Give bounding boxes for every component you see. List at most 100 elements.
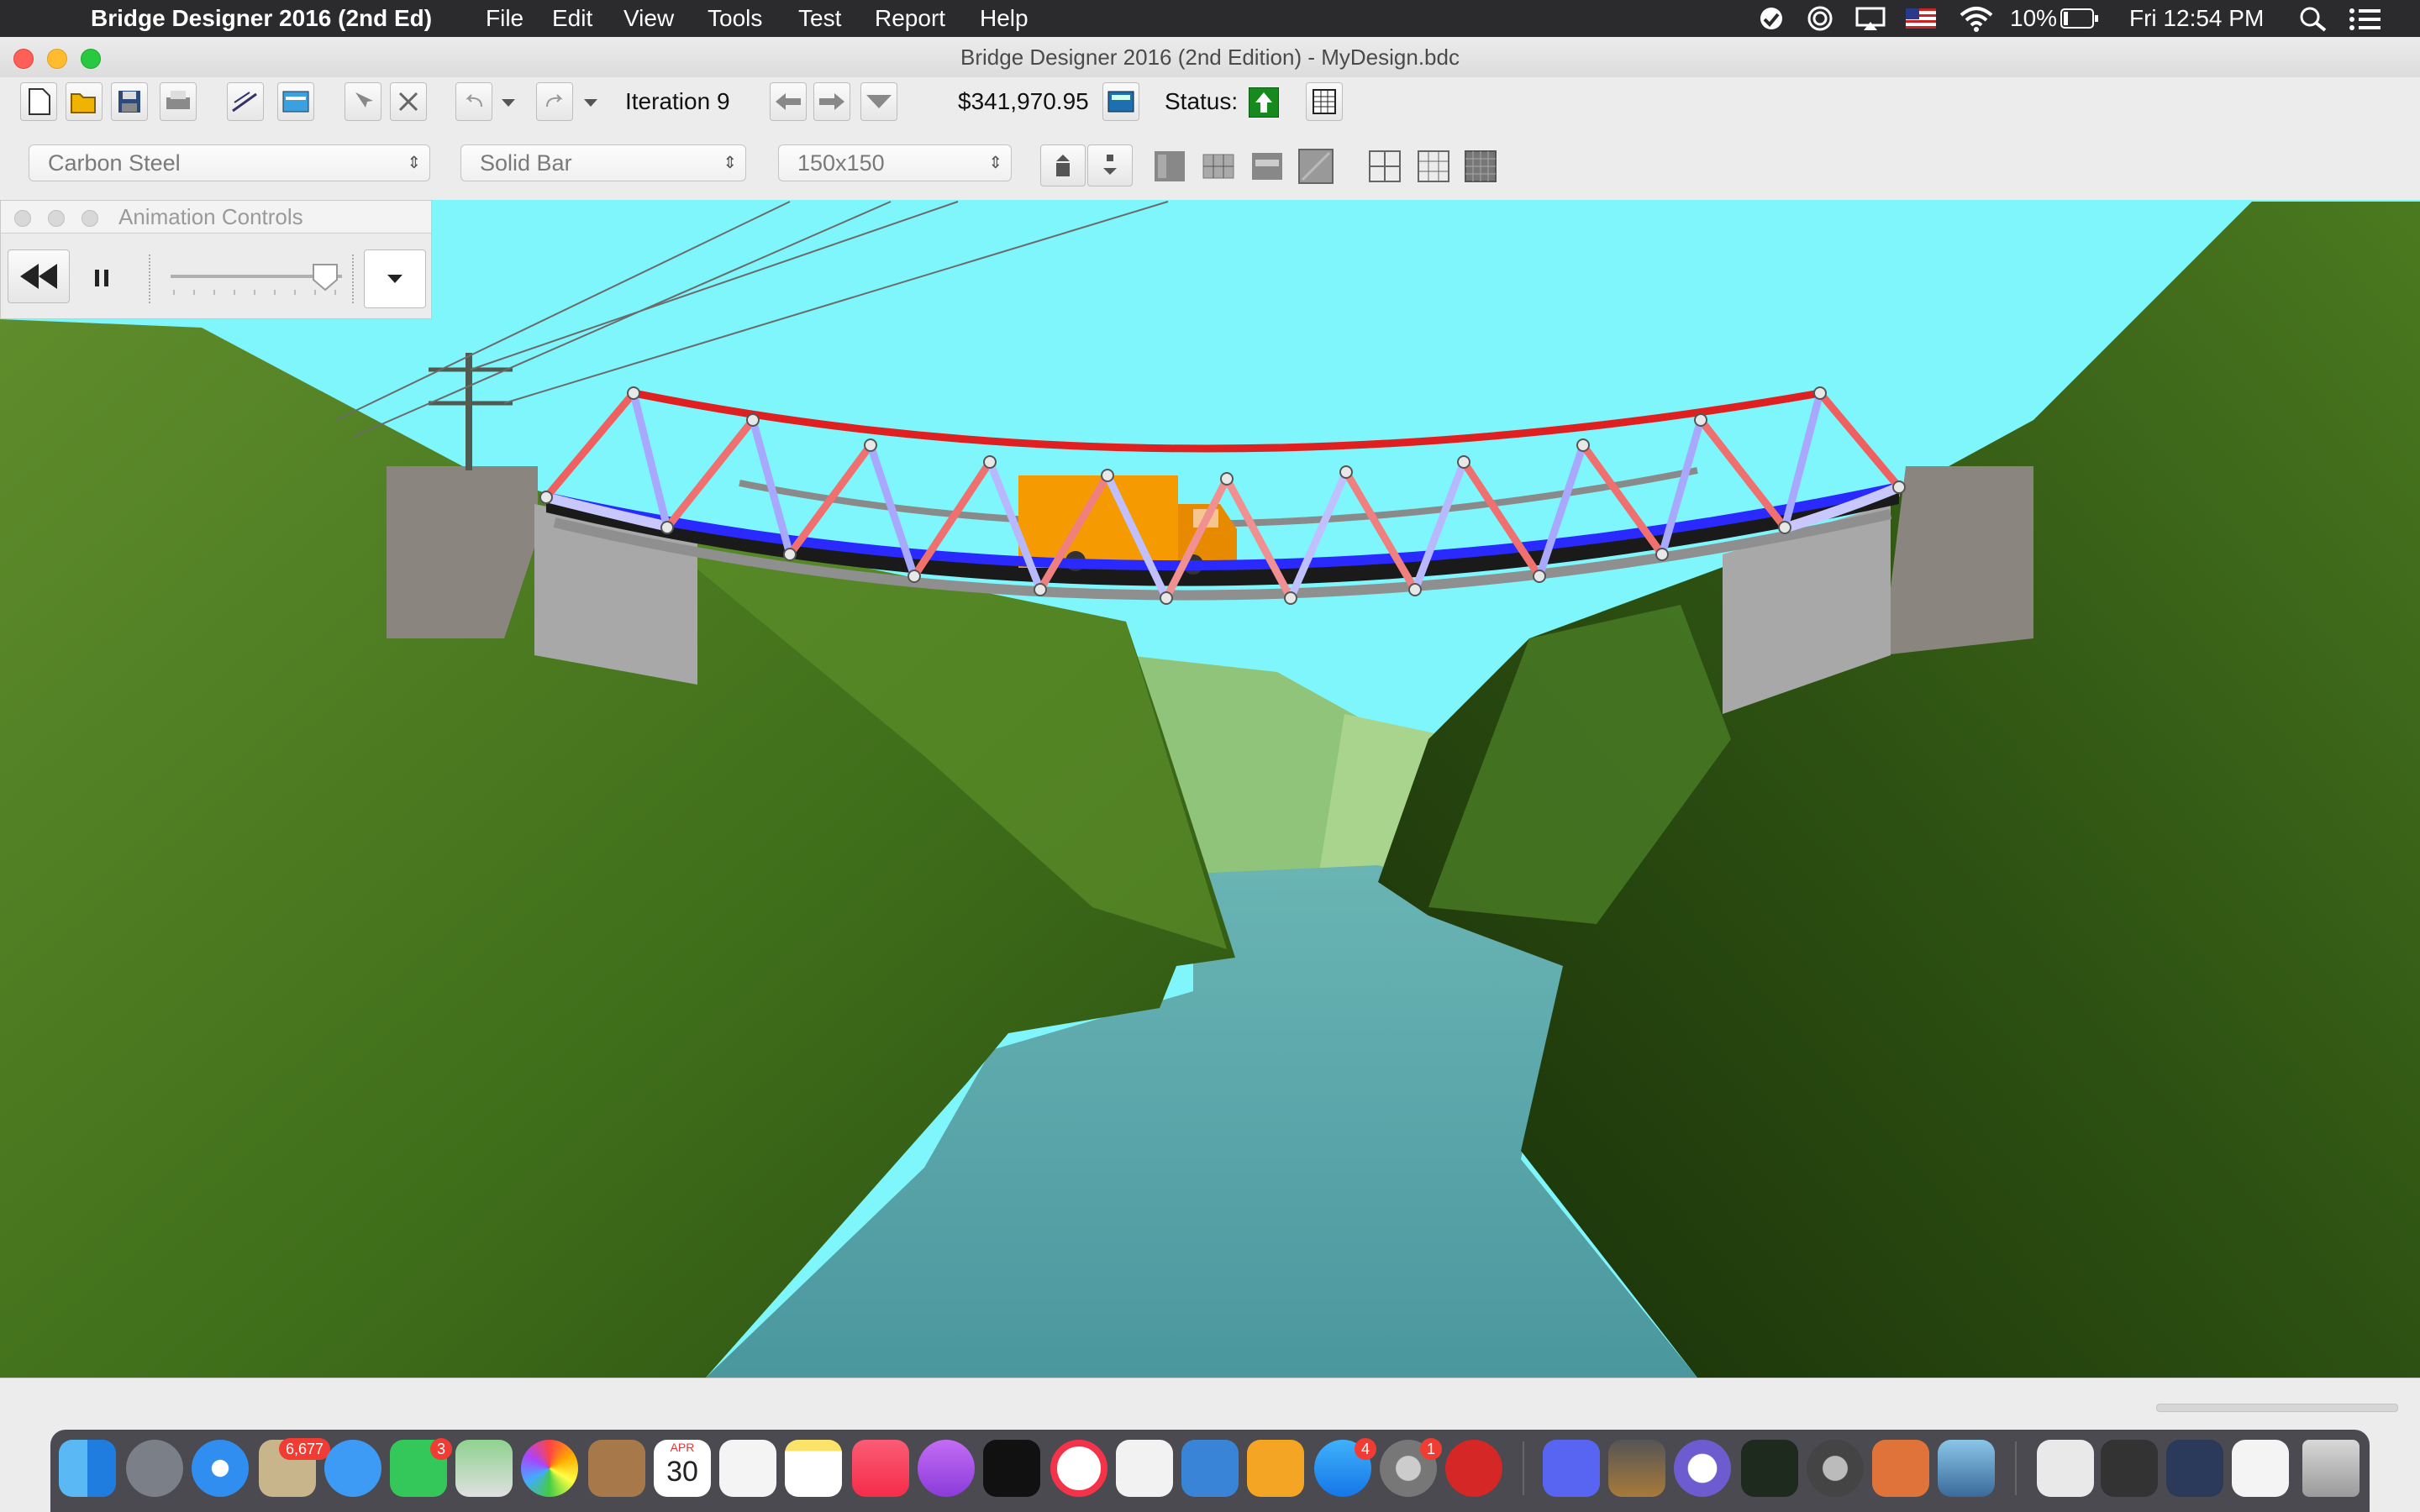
clock[interactable]: Fri 12:54 PM [2129, 0, 2264, 37]
photos-icon[interactable] [521, 1440, 578, 1497]
spotlight-search-icon[interactable] [2298, 5, 2328, 32]
select-all-button[interactable] [345, 82, 381, 121]
menu-edit[interactable]: Edit [552, 0, 592, 37]
previous-iteration-button[interactable] [770, 82, 807, 121]
grid-coarse-button[interactable] [1366, 148, 1403, 185]
app-menu[interactable]: Bridge Designer 2016 (2nd Ed) [91, 0, 432, 37]
panel-close-button[interactable] [14, 210, 31, 227]
discord-icon[interactable] [1543, 1440, 1600, 1497]
document-stack-icon[interactable] [2037, 1440, 2094, 1497]
medium-grid-icon [1418, 150, 1449, 182]
section-select[interactable]: Solid Bar ⇕ [460, 144, 746, 181]
iteration-label: Iteration 9 [625, 88, 730, 114]
undo-dropdown-icon[interactable] [501, 97, 516, 108]
input-source-flag-icon[interactable] [1906, 8, 1936, 29]
sync-status-icon[interactable] [1756, 5, 1790, 32]
airplay-icon[interactable] [1854, 5, 1887, 32]
menu-report[interactable]: Report [875, 0, 945, 37]
menu-help[interactable]: Help [980, 0, 1028, 37]
member-list-button[interactable] [277, 82, 314, 121]
notification-center-icon[interactable] [2349, 7, 2382, 32]
downloads-stack-icon[interactable] [2101, 1440, 2158, 1497]
top-chord-tension [633, 389, 1821, 453]
animation-controls-panel[interactable]: Animation Controls [0, 200, 432, 319]
decrease-size-button[interactable] [1087, 144, 1133, 186]
maps-icon[interactable] [455, 1440, 513, 1497]
music-icon[interactable] [852, 1440, 909, 1497]
right-stone-abutment [1882, 466, 2033, 655]
podcasts-icon[interactable] [918, 1440, 975, 1497]
pause-button[interactable] [85, 261, 118, 295]
show-grid-button[interactable] [1200, 148, 1237, 185]
print-button[interactable] [160, 82, 197, 121]
next-iteration-button[interactable] [813, 82, 850, 121]
load-test-animation-view[interactable] [0, 200, 2420, 1378]
show-labels-button[interactable] [1249, 148, 1286, 185]
notes-icon[interactable] [785, 1440, 842, 1497]
calendar-month: APR [670, 1441, 695, 1454]
menu-tools[interactable]: Tools [708, 0, 762, 37]
grid-fine-button[interactable] [1462, 148, 1499, 185]
disk-utility-icon[interactable] [1807, 1440, 1864, 1497]
messages-icon[interactable] [324, 1440, 381, 1497]
load-test-report-button[interactable] [1306, 82, 1343, 121]
status-ok-indicator[interactable] [1249, 87, 1279, 118]
toolbar-divider [352, 255, 355, 303]
safari-icon[interactable] [192, 1440, 249, 1497]
new-document-button[interactable] [20, 82, 57, 121]
animation-options-dropdown[interactable] [364, 249, 426, 308]
redo-button[interactable] [536, 82, 573, 121]
apple-tv-icon[interactable] [983, 1440, 1040, 1497]
show-template-button[interactable] [1297, 148, 1334, 185]
arrow-left-icon [776, 93, 801, 110]
save-button[interactable] [111, 82, 148, 121]
creative-cloud-icon[interactable] [1805, 5, 1839, 32]
screenshot-stack-icon[interactable] [2166, 1440, 2223, 1497]
news-icon[interactable] [1050, 1440, 1107, 1497]
antivirus-icon[interactable] [1445, 1440, 1502, 1497]
launchpad-icon[interactable] [126, 1440, 183, 1497]
menu-file[interactable]: File [486, 0, 523, 37]
panel-zoom-button[interactable] [82, 210, 98, 227]
finder-icon[interactable] [59, 1440, 116, 1497]
slider-thumb[interactable] [313, 264, 338, 291]
fusion-360-icon[interactable] [1872, 1440, 1929, 1497]
recent-file-icon[interactable] [2232, 1440, 2289, 1497]
delete-button[interactable] [390, 82, 427, 121]
trash-icon[interactable] [2302, 1440, 2360, 1497]
numbers-icon[interactable] [1116, 1440, 1173, 1497]
animation-speed-slider[interactable] [166, 256, 350, 303]
show-members-button[interactable] [1151, 148, 1188, 185]
open-document-button[interactable] [66, 82, 103, 121]
battery-percent: 10% [2010, 5, 2058, 31]
calendar-icon[interactable]: APR 30 [654, 1440, 711, 1497]
window-title: Bridge Designer 2016 (2nd Edition) - MyD… [960, 45, 1460, 70]
cost-calculator-button[interactable] [1102, 82, 1139, 121]
menu-view[interactable]: View [623, 0, 674, 37]
status-label: Status: [1165, 88, 1239, 114]
panel-minimize-button[interactable] [48, 210, 65, 227]
menu-test[interactable]: Test [798, 0, 841, 37]
scene-canvas [0, 201, 2420, 1378]
iteration-browser-button[interactable] [860, 82, 897, 121]
battery-icon[interactable] [2060, 8, 2099, 29]
horizontal-scrollbar[interactable] [2156, 1404, 2398, 1412]
drawing-tools-button[interactable] [227, 82, 264, 121]
material-select[interactable]: Carbon Steel ⇕ [29, 144, 430, 181]
activity-monitor-icon[interactable] [1741, 1440, 1798, 1497]
facetime-badge: 3 [430, 1438, 453, 1460]
wifi-icon[interactable] [1958, 3, 1995, 34]
size-select[interactable]: 150x150 ⇕ [778, 144, 1012, 181]
undo-button[interactable] [455, 82, 492, 121]
reminders-icon[interactable] [719, 1440, 776, 1497]
rewind-button[interactable] [8, 249, 70, 303]
contacts-icon[interactable] [588, 1440, 645, 1497]
pages-icon[interactable] [1247, 1440, 1304, 1497]
garageband-icon[interactable] [1608, 1440, 1665, 1497]
increase-size-button[interactable] [1040, 144, 1086, 186]
browser-icon[interactable] [1674, 1440, 1731, 1497]
keynote-icon[interactable] [1181, 1440, 1239, 1497]
bridge-designer-icon[interactable] [1938, 1440, 1995, 1497]
grid-medium-button[interactable] [1415, 148, 1452, 185]
redo-dropdown-icon[interactable] [583, 97, 598, 108]
